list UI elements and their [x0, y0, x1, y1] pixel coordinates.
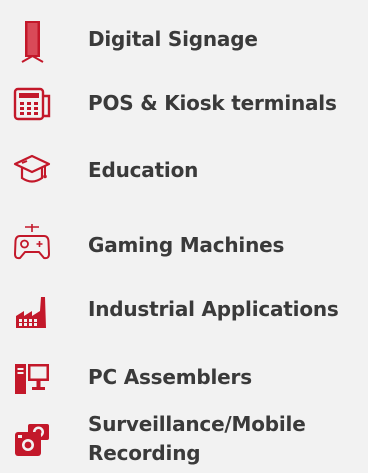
- list-item-label: Digital Signage: [88, 27, 258, 51]
- list-item-pc-assemblers[interactable]: PC Assemblers: [0, 358, 368, 398]
- list-item-label: Education: [88, 158, 199, 182]
- list-item-education[interactable]: Education: [0, 151, 368, 191]
- list-item-digital-signage[interactable]: Digital Signage: [0, 18, 368, 64]
- factory-icon: [12, 292, 52, 332]
- pos-terminal-icon: [12, 84, 52, 124]
- list-item-label: PC Assemblers: [88, 365, 252, 389]
- list-item-label: POS & Kiosk terminals: [88, 91, 337, 115]
- list-item-label: Industrial Applications: [88, 297, 339, 321]
- desktop-pc-icon: [12, 358, 52, 398]
- list-item-label: Surveillance/Mobile Recording: [88, 412, 306, 465]
- camera-icon: [12, 420, 52, 460]
- list-item-pos-kiosk[interactable]: POS & Kiosk terminals: [0, 84, 368, 124]
- digital-signage-icon: [12, 18, 52, 63]
- list-item-gaming-machines[interactable]: Gaming Machines: [0, 222, 368, 264]
- graduation-cap-icon: [12, 151, 52, 191]
- list-item-label: Gaming Machines: [88, 233, 285, 257]
- list-item-surveillance-recording[interactable]: Surveillance/Mobile Recording: [0, 410, 368, 472]
- list-item-industrial-applications[interactable]: Industrial Applications: [0, 292, 368, 332]
- gamepad-icon: [12, 222, 52, 262]
- application-list: Digital Signage POS & Kiosk terminals Ed…: [0, 0, 368, 473]
